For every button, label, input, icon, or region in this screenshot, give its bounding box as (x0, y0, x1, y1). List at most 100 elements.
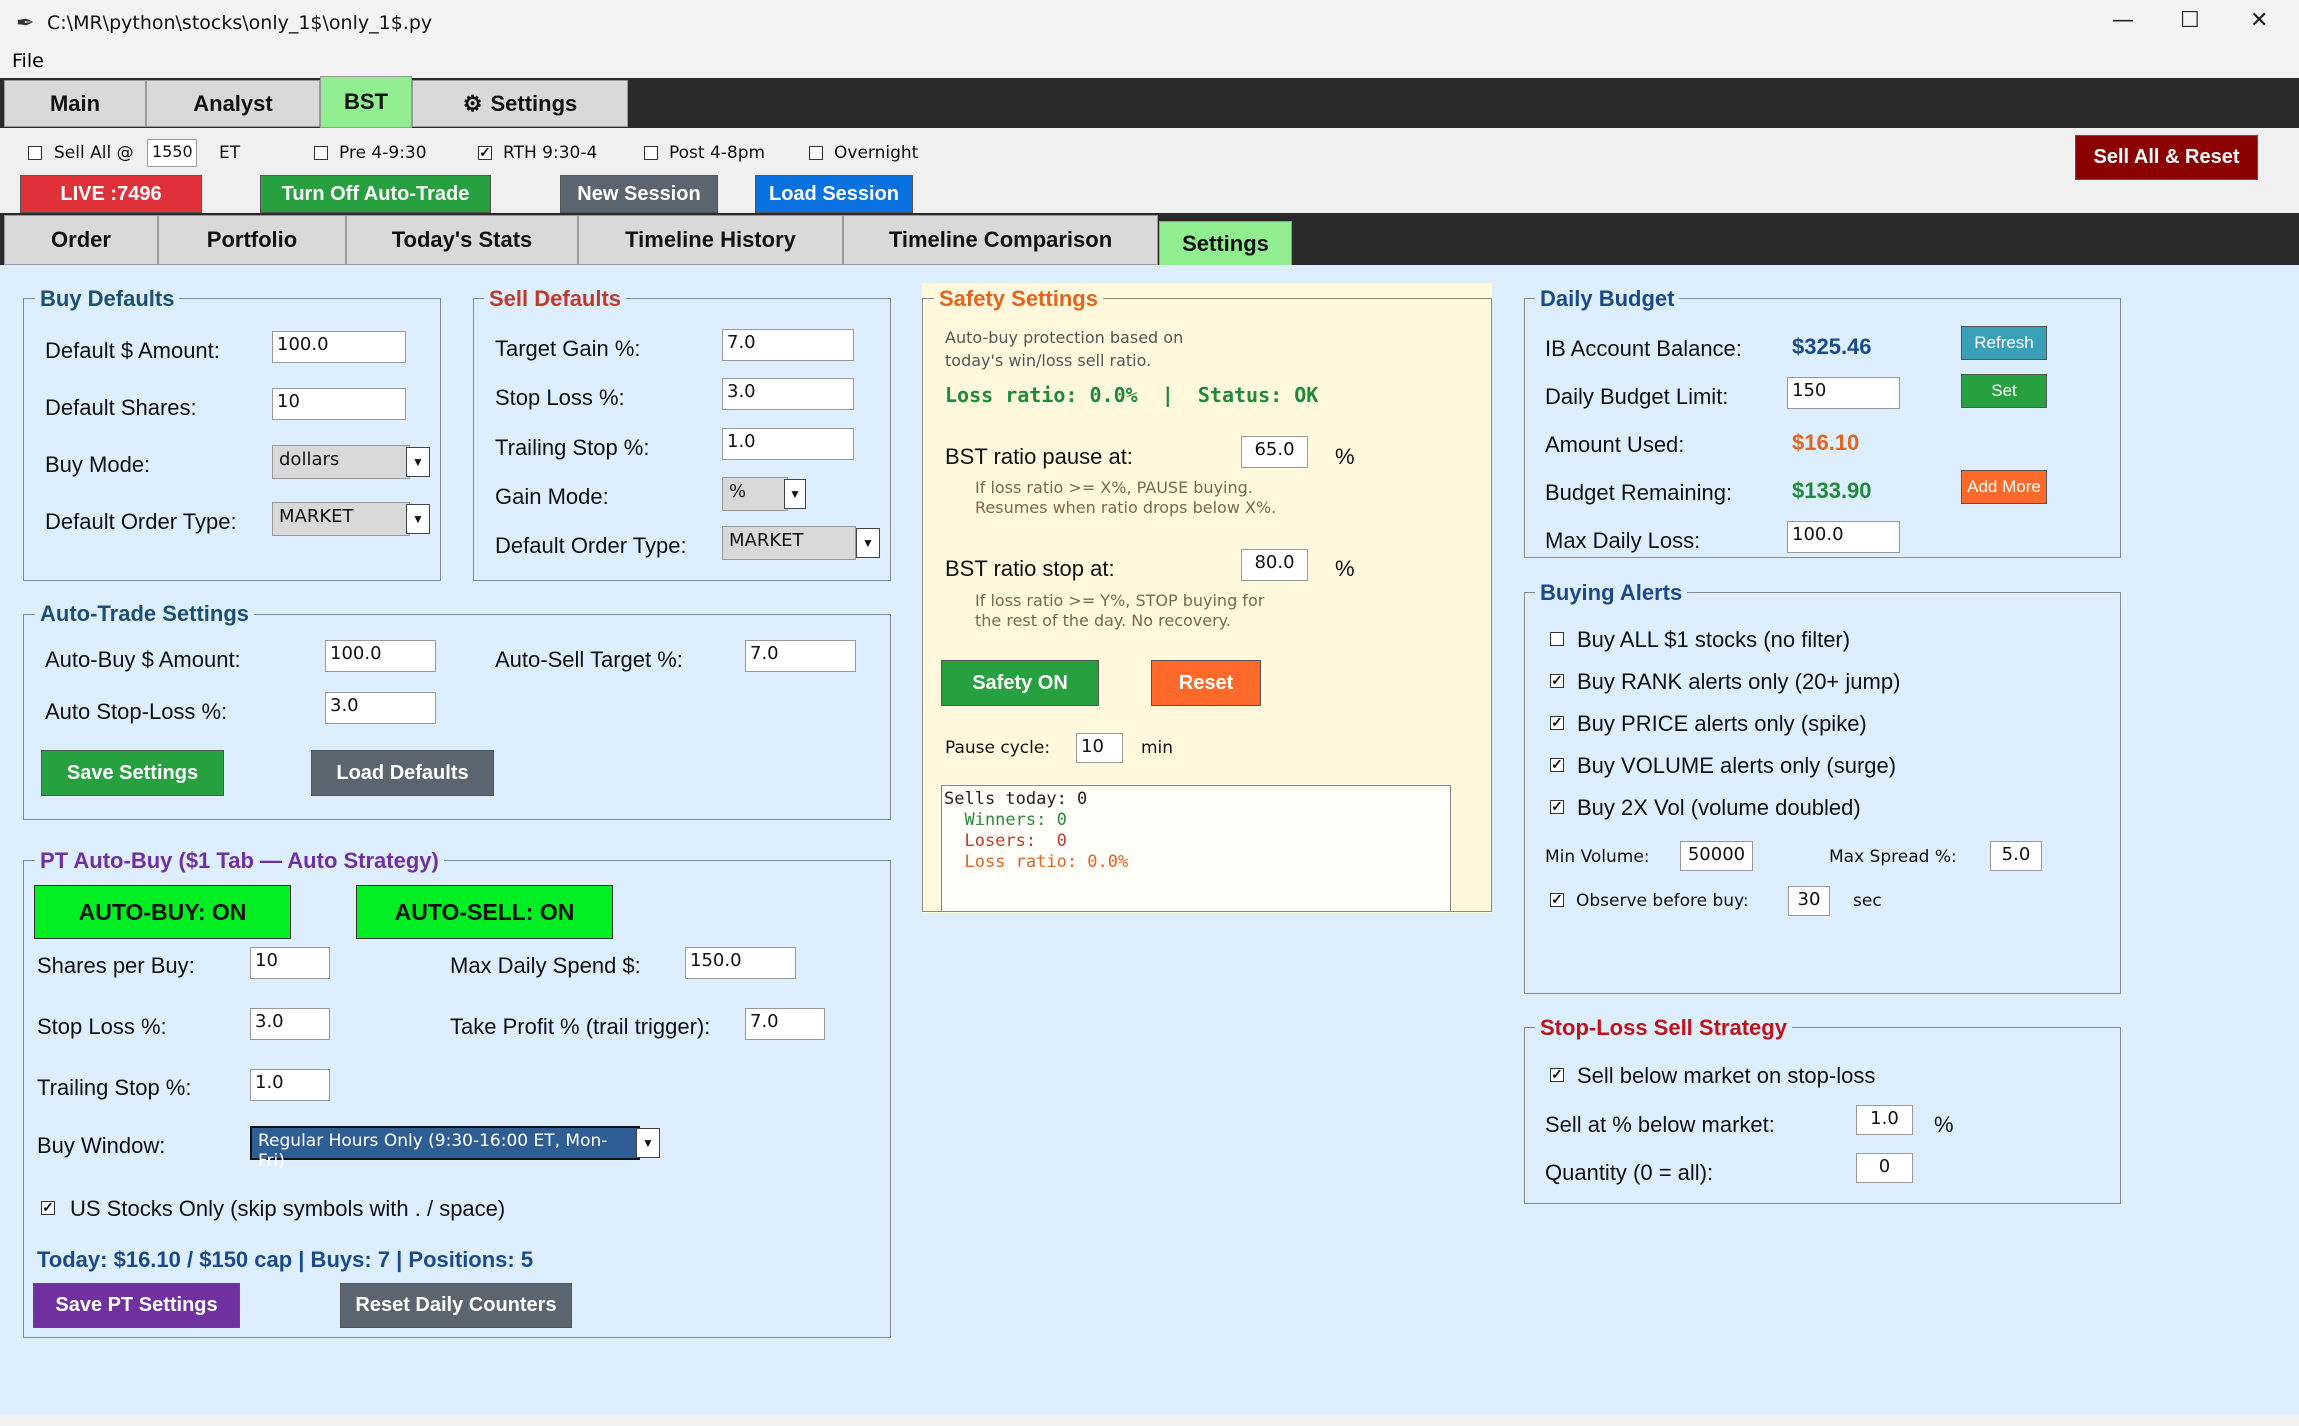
post-checkbox[interactable] (644, 146, 658, 160)
quantity-input[interactable]: 0 (1856, 1153, 1913, 1183)
pause-cycle-input[interactable]: 10 (1076, 733, 1123, 763)
pause-cycle-unit: min (1141, 738, 1174, 758)
minimize-button[interactable]: — (2112, 8, 2134, 33)
auto-stop-loss-input[interactable]: 3.0 (325, 692, 436, 724)
gain-mode-select[interactable]: % (722, 477, 788, 511)
max-spread-label: Max Spread %: (1829, 847, 1957, 867)
tab-settings-label: Settings (490, 90, 578, 116)
tab-sub-settings[interactable]: Settings (1159, 221, 1292, 267)
tab-todays-stats[interactable]: Today's Stats (346, 215, 578, 265)
below-market-checkbox[interactable]: ✓ (1550, 1067, 1564, 1082)
overnight-checkbox[interactable] (809, 146, 823, 160)
maximize-button[interactable]: ☐ (2180, 8, 2200, 33)
stop-pct-label: % (1335, 556, 1355, 581)
sell-all-time-input[interactable]: 1550 (147, 139, 197, 167)
buy-rank-checkbox[interactable]: ✓ (1550, 673, 1564, 688)
buy-mode-dropdown-icon[interactable]: ▼ (406, 447, 430, 477)
safety-reset-button[interactable]: Reset (1151, 660, 1261, 706)
observe-input[interactable]: 30 (1788, 886, 1830, 916)
auto-buy-toggle[interactable]: AUTO-BUY: ON (34, 885, 291, 939)
tab-settings[interactable]: ⚙ Settings (412, 80, 628, 127)
observe-checkbox[interactable]: ✓ (1550, 892, 1564, 907)
balance-label: IB Account Balance: (1545, 336, 1742, 361)
buy-order-type-dropdown-icon[interactable]: ▼ (406, 504, 430, 534)
default-amount-input[interactable]: 100.0 (272, 331, 406, 363)
pt-stop-loss-input[interactable]: 3.0 (250, 1008, 330, 1040)
save-settings-button[interactable]: Save Settings (41, 750, 224, 796)
new-session-button[interactable]: New Session (560, 175, 718, 213)
sell-trailing-input[interactable]: 1.0 (722, 428, 854, 460)
sell-defaults-title: Sell Defaults (484, 286, 627, 312)
take-profit-input[interactable]: 7.0 (745, 1008, 825, 1040)
load-defaults-button[interactable]: Load Defaults (311, 750, 494, 796)
menu-file[interactable]: File (12, 50, 44, 72)
tab-bst[interactable]: BST (320, 76, 412, 128)
live-button[interactable]: LIVE :7496 (20, 175, 202, 213)
default-amount-label: Default $ Amount: (45, 338, 220, 363)
auto-sell-toggle[interactable]: AUTO-SELL: ON (356, 885, 613, 939)
tab-analyst[interactable]: Analyst (146, 80, 320, 127)
tab-portfolio[interactable]: Portfolio (158, 215, 346, 265)
pct-below-input[interactable]: 1.0 (1856, 1105, 1913, 1135)
buy-all-checkbox[interactable] (1550, 632, 1564, 646)
reset-daily-counters-button[interactable]: Reset Daily Counters (340, 1283, 572, 1328)
sell-all-reset-button[interactable]: Sell All & Reset (2075, 135, 2258, 180)
target-gain-label: Target Gain %: (495, 336, 641, 361)
buy-price-label: Buy PRICE alerts only (spike) (1577, 711, 1867, 736)
default-shares-input[interactable]: 10 (272, 388, 406, 420)
set-budget-button[interactable]: Set (1961, 374, 2047, 408)
gain-mode-dropdown-icon[interactable]: ▼ (784, 479, 806, 509)
sell-order-type-dropdown-icon[interactable]: ▼ (856, 528, 880, 558)
buy-2x-vol-checkbox[interactable]: ✓ (1550, 799, 1564, 814)
stop-ratio-input[interactable]: 80.0 (1241, 549, 1308, 581)
pct-below-sign: % (1934, 1112, 1954, 1137)
buy-mode-select[interactable]: dollars (272, 445, 410, 479)
budget-limit-label: Daily Budget Limit: (1545, 384, 1729, 409)
buy-order-type-select[interactable]: MARKET (272, 502, 410, 536)
max-daily-spend-input[interactable]: 150.0 (685, 947, 796, 979)
sell-stop-loss-input[interactable]: 3.0 (722, 378, 854, 410)
auto-sell-target-input[interactable]: 7.0 (745, 640, 856, 672)
target-gain-input[interactable]: 7.0 (722, 329, 854, 361)
tab-timeline-comparison[interactable]: Timeline Comparison (843, 215, 1158, 265)
budget-limit-input[interactable]: 150 (1787, 377, 1900, 409)
tab-order[interactable]: Order (4, 215, 158, 265)
pre-checkbox[interactable] (314, 146, 328, 160)
max-spread-input[interactable]: 5.0 (1990, 841, 2042, 871)
buy-window-dropdown-icon[interactable]: ▼ (636, 1128, 660, 1158)
auto-buy-amount-label: Auto-Buy $ Amount: (45, 647, 241, 672)
budget-remaining-label: Budget Remaining: (1545, 480, 1733, 505)
pause-help-line2: Resumes when ratio drops below X%. (975, 498, 1277, 517)
tab-main[interactable]: Main (4, 80, 146, 127)
pause-ratio-input[interactable]: 65.0 (1241, 436, 1308, 468)
add-more-button[interactable]: Add More (1961, 470, 2047, 504)
auto-buy-amount-input[interactable]: 100.0 (325, 640, 436, 672)
pt-trailing-input[interactable]: 1.0 (250, 1069, 330, 1101)
refresh-balance-button[interactable]: Refresh (1961, 326, 2047, 360)
amount-used-value: $16.10 (1792, 430, 1860, 455)
bottom-edge (0, 1415, 2299, 1426)
safety-on-button[interactable]: Safety ON (941, 660, 1099, 706)
pct-below-label: Sell at % below market: (1545, 1112, 1775, 1137)
sell-order-type-select[interactable]: MARKET (722, 526, 856, 560)
auto-trade-button[interactable]: Turn Off Auto-Trade (260, 175, 491, 213)
max-daily-loss-input[interactable]: 100.0 (1787, 521, 1900, 553)
max-daily-spend-label: Max Daily Spend $: (450, 953, 641, 978)
buy-price-checkbox[interactable]: ✓ (1550, 715, 1564, 730)
buy-volume-checkbox[interactable]: ✓ (1550, 757, 1564, 772)
buy-window-select[interactable]: Regular Hours Only (9:30-16:00 ET, Mon-F… (250, 1126, 640, 1171)
post-label: Post 4-8pm (669, 143, 766, 163)
shares-per-buy-input[interactable]: 10 (250, 947, 330, 979)
us-only-label: US Stocks Only (skip symbols with . / sp… (70, 1196, 506, 1221)
us-only-checkbox[interactable]: ✓ (41, 1200, 55, 1215)
load-session-button[interactable]: Load Session (755, 175, 913, 213)
observe-unit: sec (1853, 891, 1882, 911)
close-button[interactable]: ✕ (2250, 8, 2268, 33)
min-volume-input[interactable]: 50000 (1680, 841, 1753, 871)
sell-all-checkbox[interactable] (28, 146, 42, 160)
save-pt-settings-button[interactable]: Save PT Settings (33, 1283, 240, 1328)
default-shares-label: Default Shares: (45, 395, 197, 420)
stop-help-line2: the rest of the day. No recovery. (975, 611, 1231, 630)
tab-timeline-history[interactable]: Timeline History (578, 215, 843, 265)
rth-checkbox[interactable]: ✓ (478, 145, 492, 160)
